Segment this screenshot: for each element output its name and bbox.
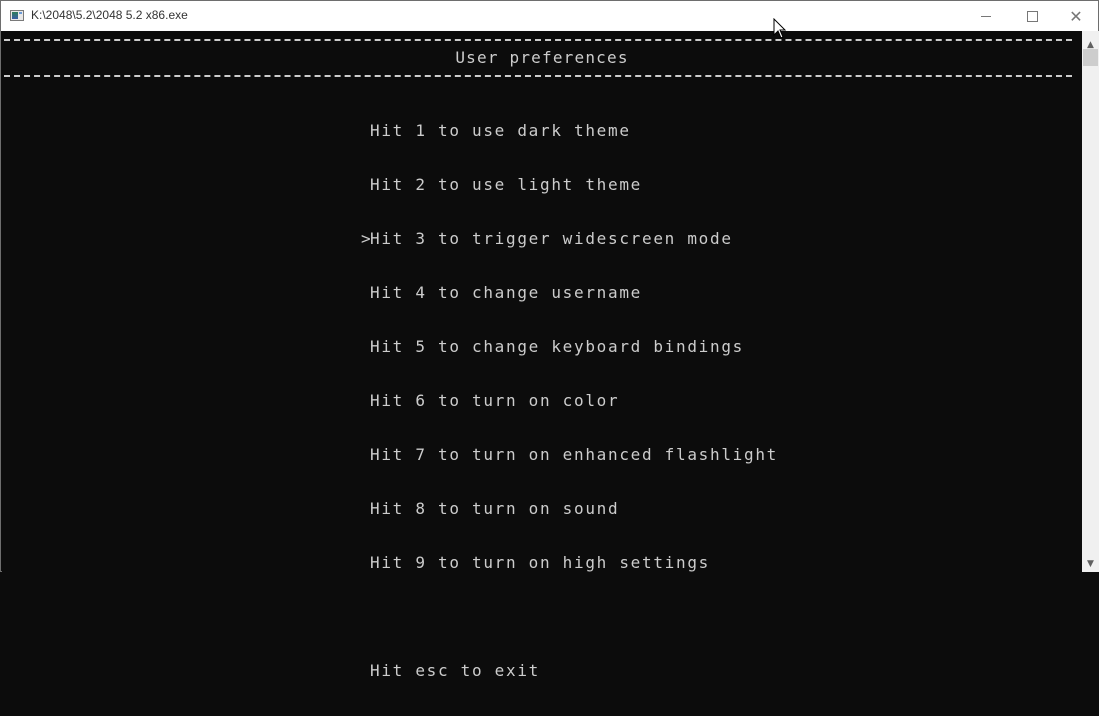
menu-item-label: Hit 8 to turn on sound	[370, 499, 620, 518]
dashed-divider-top	[4, 39, 1072, 41]
menu-item-label: Hit 9 to turn on high settings	[370, 553, 710, 572]
menu-item[interactable]: Hit 8 to turn on sound	[361, 500, 778, 518]
console-window: K:\2048\5.2\2048 5.2 x86.exe ✕ User pref…	[0, 0, 1099, 680]
page-title: User preferences	[455, 48, 629, 67]
chevron-up-icon: ▲	[1087, 39, 1094, 50]
menu-item-label: Hit 1 to use dark theme	[370, 121, 631, 140]
menu-item[interactable]: Hit 2 to use light theme	[361, 176, 778, 194]
selection-cursor: >	[361, 229, 373, 248]
menu-item-label: Hit 4 to change username	[370, 283, 642, 302]
menu-item[interactable]: Hit 4 to change username	[361, 284, 778, 302]
menu-item-label: Hit 3 to trigger widescreen mode	[370, 229, 733, 248]
window-title: K:\2048\5.2\2048 5.2 x86.exe	[31, 8, 188, 22]
maximize-button[interactable]	[1009, 1, 1055, 31]
menu-item[interactable]: Hit 5 to change keyboard bindings	[361, 338, 778, 356]
exit-hint-label: Hit esc to exit	[370, 661, 540, 680]
title-bar[interactable]: K:\2048\5.2\2048 5.2 x86.exe ✕	[1, 1, 1098, 31]
exit-hint[interactable]: Hit esc to exit	[361, 662, 778, 680]
console-app-icon	[10, 10, 24, 21]
menu-item[interactable]: Hit 1 to use dark theme	[361, 122, 778, 140]
menu-item-label: Hit 2 to use light theme	[370, 175, 642, 194]
menu-item[interactable]: Hit 7 to turn on enhanced flashlight	[361, 446, 778, 464]
menu-item[interactable]: Hit 6 to turn on color	[361, 392, 778, 410]
minimize-button[interactable]	[963, 1, 1009, 31]
console-output: User preferences Hit 1 to use dark theme…	[2, 31, 1082, 680]
menu-item-label: Hit 6 to turn on color	[370, 391, 620, 410]
vertical-scrollbar[interactable]: ▲ ▼	[1082, 31, 1099, 572]
dashed-divider-bottom	[4, 75, 1072, 77]
chevron-down-icon: ▼	[1087, 558, 1094, 569]
close-icon: ✕	[1069, 6, 1083, 26]
menu-item[interactable]: Hit 9 to turn on high settings	[361, 554, 778, 572]
scroll-down-button[interactable]: ▼	[1082, 555, 1099, 572]
menu-item-label: Hit 5 to change keyboard bindings	[370, 337, 744, 356]
preferences-menu: Hit 1 to use dark theme Hit 2 to use lig…	[361, 86, 778, 716]
minimize-icon	[981, 15, 991, 17]
menu-item-label: Hit 7 to turn on enhanced flashlight	[370, 445, 778, 464]
close-button[interactable]: ✕	[1053, 1, 1099, 31]
menu-item-selected[interactable]: >Hit 3 to trigger widescreen mode	[361, 230, 778, 248]
scrollbar-thumb[interactable]	[1083, 49, 1098, 66]
mouse-pointer-icon	[773, 18, 787, 39]
maximize-icon	[1026, 10, 1038, 22]
